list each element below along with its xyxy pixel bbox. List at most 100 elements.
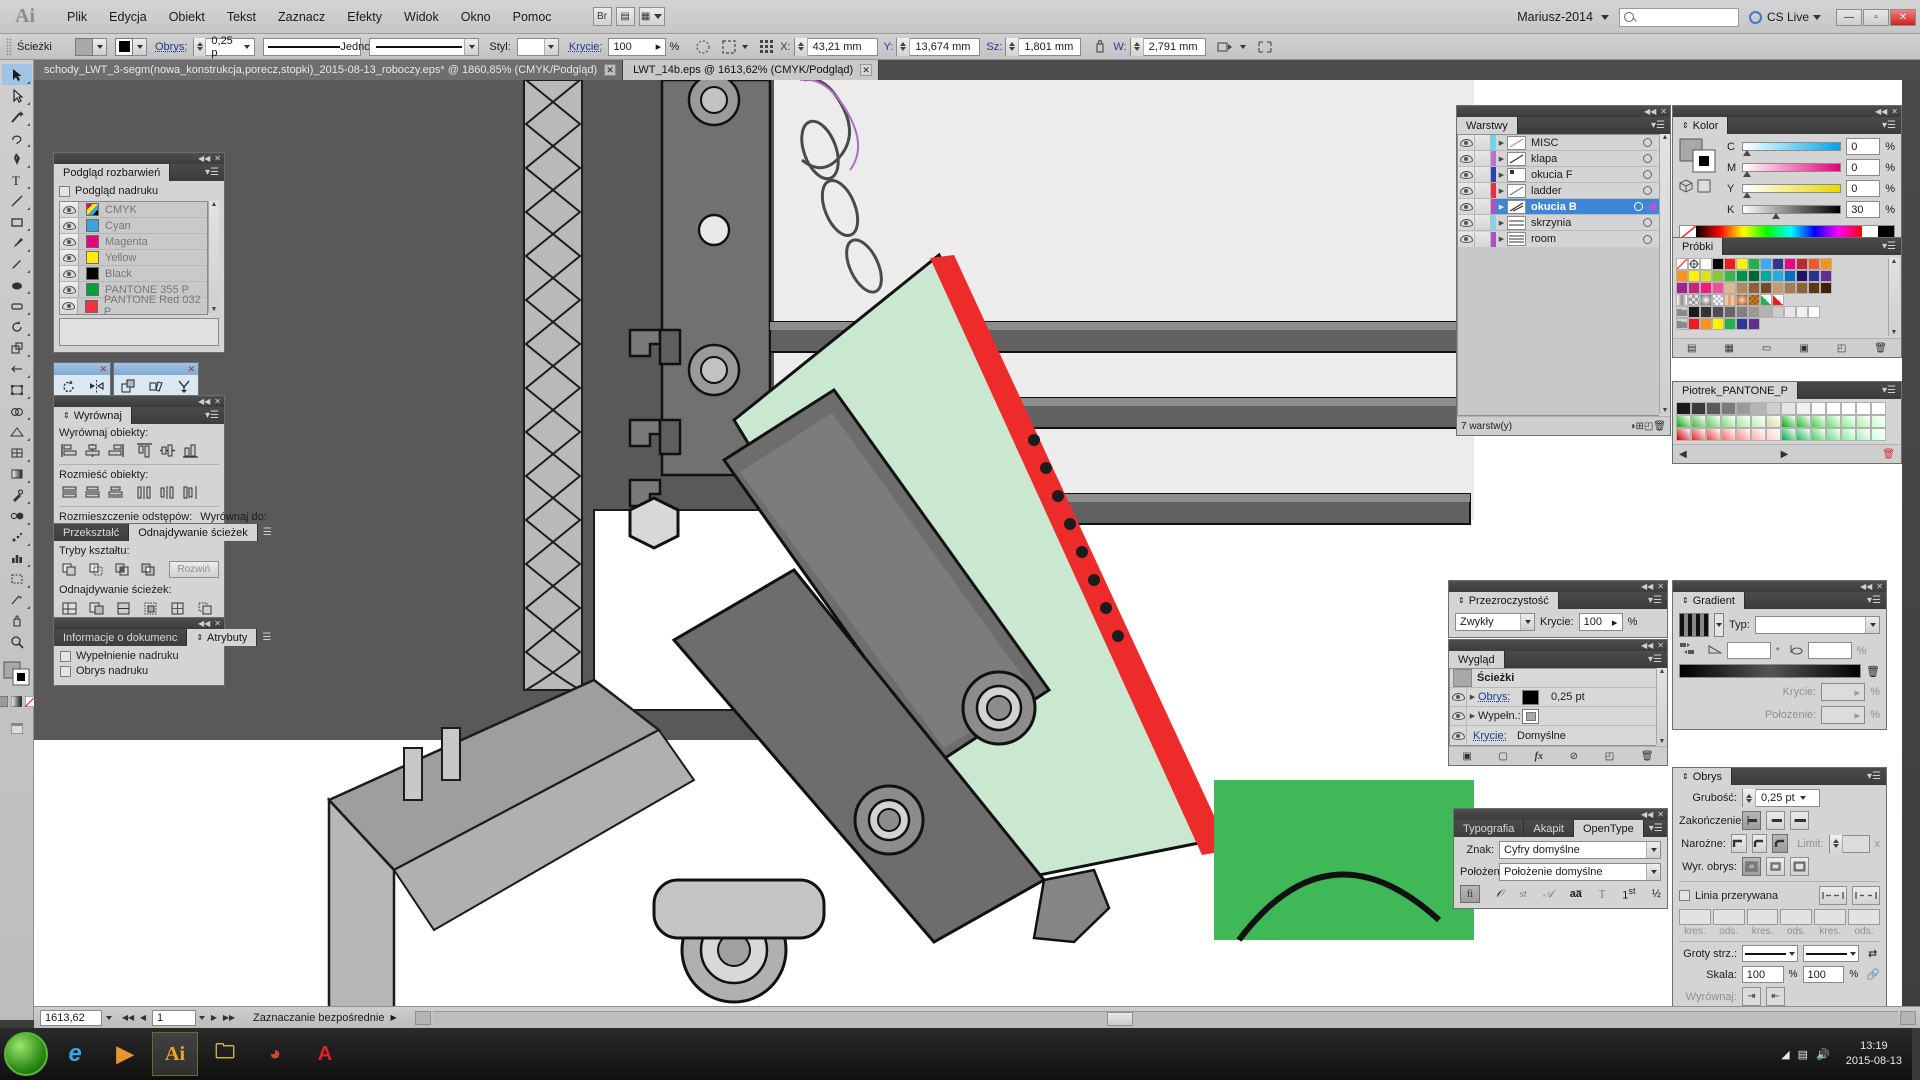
swatch-gradient[interactable] — [1700, 294, 1712, 306]
tab-transform[interactable]: Przekształć — [54, 524, 130, 541]
swatch-color[interactable] — [1700, 306, 1712, 318]
pantone-swatch[interactable] — [1841, 402, 1856, 415]
pantone-swatch[interactable] — [1766, 415, 1781, 428]
swatch-color[interactable] — [1676, 270, 1688, 282]
zoom-level-chevron-icon[interactable] — [106, 1015, 112, 1020]
layer-lock-toggle[interactable] — [1475, 199, 1491, 214]
artboard-number-input[interactable]: 1 — [152, 1009, 196, 1026]
exclude-icon[interactable] — [138, 560, 158, 579]
appearance-stroke-row[interactable]: ▶ Obrys: 0,25 pt — [1450, 688, 1656, 707]
swatch-color[interactable] — [1772, 282, 1784, 294]
pantone-swatch[interactable] — [1781, 402, 1796, 415]
align-center-horizontal-icon[interactable] — [82, 441, 103, 460]
corel-icon[interactable]: ◕ — [252, 1032, 298, 1076]
separation-row[interactable]: Magenta — [60, 234, 207, 250]
show-swatch-kinds-icon[interactable]: ▦ — [1724, 343, 1733, 354]
horizontal-scrollbar[interactable] — [432, 1010, 1898, 1026]
bevel-join-icon[interactable] — [1772, 834, 1789, 853]
tool-zoom[interactable] — [2, 631, 32, 652]
distribute-left-icon[interactable] — [134, 483, 155, 502]
opentype-collapse-icon[interactable]: ◀◀ — [1641, 810, 1653, 819]
first-artboard-icon[interactable]: ◀◀ — [122, 1011, 134, 1025]
pantone-swatch[interactable] — [1796, 415, 1811, 428]
distribute-bottom-icon[interactable] — [105, 483, 126, 502]
pantone-swatch[interactable] — [1811, 428, 1826, 441]
swatch-color[interactable] — [1736, 306, 1748, 318]
overprint-fill-checkbox[interactable] — [60, 650, 71, 662]
opacity-input[interactable]: 100 ▸ — [608, 37, 667, 56]
color-panel[interactable]: ◀◀ ✕ ⇕ Kolor ▾☰ C 0 % M 0 % Y 0 % K 30 % — [1672, 105, 1902, 246]
appearance-opacity-label[interactable]: Krycie: — [1473, 730, 1517, 742]
pantone-prev-icon[interactable]: ◀ — [1679, 449, 1687, 460]
align-close-icon[interactable]: ✕ — [214, 397, 221, 406]
layer-lock-toggle[interactable] — [1475, 151, 1491, 166]
layers-panel-menu-icon[interactable]: ▾☰ — [1646, 117, 1670, 134]
tool-selection[interactable] — [1, 64, 32, 85]
pantone-swatch[interactable] — [1751, 415, 1766, 428]
tool-lasso[interactable] — [2, 127, 32, 148]
transparency-opacity-input[interactable]: 100 ▸ — [1578, 613, 1623, 631]
align-panel-titlebar[interactable]: ◀◀ ✕ — [54, 396, 224, 407]
pantone-swatch[interactable] — [1691, 428, 1706, 441]
gradient-panel[interactable]: ◀◀ ✕ ⇕ Gradient ▾☰ Typ: ° % 🗑 Krycie: ▸ … — [1672, 580, 1887, 730]
pantone-swatch[interactable] — [1781, 428, 1796, 441]
pantone-delete-icon[interactable]: 🗑 — [1882, 449, 1895, 460]
minus-front-icon[interactable] — [85, 560, 105, 579]
swatch-color[interactable] — [1748, 318, 1760, 330]
layer-expand-chevron-icon[interactable]: ▶ — [1496, 215, 1507, 230]
layer-target-icon[interactable] — [1643, 170, 1652, 179]
swatch-libraries-icon[interactable]: ▤ — [1687, 343, 1696, 354]
tab-opentype[interactable]: OpenType — [1573, 820, 1644, 837]
swatch-color[interactable] — [1676, 282, 1688, 294]
visibility-eye-icon[interactable] — [60, 266, 79, 281]
swatches-panel[interactable]: Próbki ▾☰ ▲ ▼ ▤ ▦ ▭ ▣ ◰ 🗑 — [1672, 237, 1902, 358]
pantone-swatch[interactable] — [1676, 428, 1691, 441]
standard-ligatures-icon[interactable]: fi — [1460, 885, 1480, 903]
layer-visibility-icon[interactable] — [1458, 183, 1475, 198]
add-new-fill-icon[interactable]: ▢ — [1498, 751, 1507, 762]
swatch-none[interactable] — [1676, 258, 1688, 270]
tool-rectangle[interactable] — [2, 211, 32, 232]
last-artboard-icon[interactable]: ▶▶ — [223, 1011, 235, 1025]
appearance-panel-titlebar[interactable]: ◀◀ ✕ — [1449, 640, 1667, 651]
appearance-visibility-icon[interactable] — [1450, 707, 1467, 725]
layer-row-ladder[interactable]: ▶ ladder — [1458, 183, 1659, 199]
separations-panel-menu-icon[interactable]: ▾☰ — [200, 164, 224, 181]
swatch-color[interactable] — [1736, 270, 1748, 282]
appearance-expand-chevron-icon[interactable]: ▶ — [1467, 709, 1478, 724]
align-panel-menu-icon[interactable]: ▾☰ — [200, 407, 224, 424]
menu-edycja[interactable]: Edycja — [98, 6, 158, 28]
swatch-color[interactable] — [1820, 282, 1832, 294]
pantone-swatch[interactable] — [1871, 402, 1886, 415]
gradient-collapse-icon[interactable]: ◀◀ — [1860, 582, 1872, 591]
color-collapse-icon[interactable]: ◀◀ — [1875, 107, 1887, 116]
swatch-color[interactable] — [1796, 306, 1808, 318]
stroke-dropdown[interactable] — [133, 37, 147, 56]
cs-live-button[interactable]: CS Live — [1748, 10, 1821, 24]
transform-reference-icon[interactable] — [757, 37, 777, 57]
layer-target-icon[interactable] — [1643, 186, 1652, 195]
swatch-white[interactable] — [1700, 258, 1712, 270]
x-position-field[interactable]: X: 43,21 mm — [780, 37, 878, 56]
swatch-color[interactable] — [1784, 258, 1796, 270]
place-arrow-at-end-icon[interactable]: ⇤ — [1766, 987, 1785, 1006]
layer-expand-chevron-icon[interactable]: ▶ — [1496, 167, 1507, 182]
layer-lock-toggle[interactable] — [1475, 231, 1491, 247]
transform-options-icon[interactable] — [1255, 37, 1275, 57]
pantone-swatch[interactable] — [1871, 428, 1886, 441]
intersect-icon[interactable] — [112, 560, 132, 579]
tool-pencil[interactable] — [2, 253, 32, 274]
tool-shape-builder[interactable] — [2, 400, 32, 421]
fill-stroke-proxy[interactable] — [1679, 138, 1721, 174]
swatch-gradient[interactable] — [1676, 294, 1688, 306]
swatch-pattern[interactable] — [1712, 294, 1724, 306]
layer-expand-chevron-icon[interactable]: ▶ — [1496, 232, 1507, 247]
swatch-color[interactable] — [1736, 318, 1748, 330]
overprint-stroke-checkbox[interactable] — [60, 665, 71, 677]
layer-target-icon[interactable] — [1643, 234, 1652, 244]
pantone-swatch[interactable] — [1796, 428, 1811, 441]
pantone-swatch[interactable] — [1676, 402, 1691, 415]
crop-icon[interactable] — [140, 599, 161, 618]
pathfinder-mini-panel[interactable]: ✕ — [113, 362, 199, 397]
align-stroke-center-icon[interactable] — [1742, 857, 1761, 876]
